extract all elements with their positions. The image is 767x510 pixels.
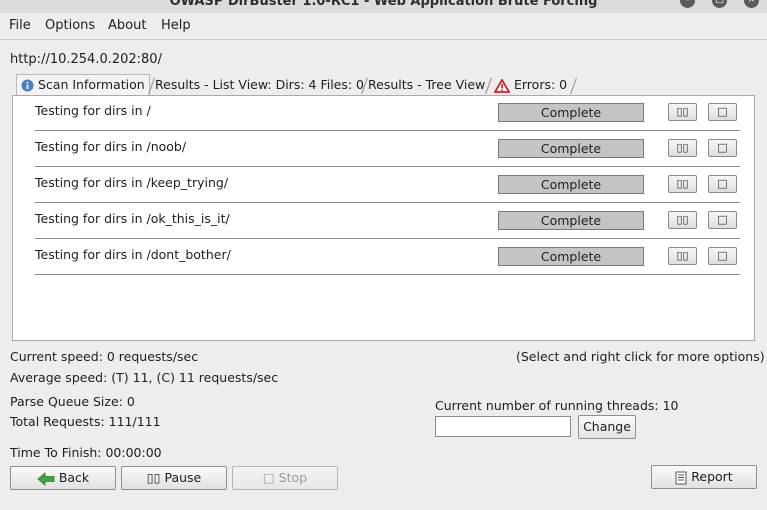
- stop-button-label: Stop: [278, 470, 308, 485]
- menu-about[interactable]: About: [107, 18, 147, 33]
- tab-scan-information[interactable]: Scan Information: [16, 74, 150, 97]
- stop-row-button[interactable]: □: [708, 247, 737, 265]
- pause-button[interactable]: ▯▯ Pause: [121, 466, 227, 490]
- target-url: http://10.254.0.202:80/: [10, 52, 162, 67]
- scan-progress-bar: Complete: [498, 139, 644, 158]
- window-title: OWASP DirBuster 1.0-RC1 - Web Applicatio…: [169, 0, 598, 9]
- threads-input[interactable]: [435, 416, 571, 437]
- stop-row-button[interactable]: □: [708, 175, 737, 193]
- scan-progress-bar: Complete: [498, 175, 644, 194]
- info-icon: [21, 79, 34, 92]
- running-threads-label: Current number of running threads: 10: [435, 398, 679, 413]
- pause-row-button[interactable]: ▯▯: [668, 211, 697, 229]
- menu-file[interactable]: File: [8, 18, 32, 33]
- scan-row-label: Testing for dirs in /dont_bother/: [35, 247, 231, 262]
- tab-divider: [570, 78, 577, 94]
- row-divider: [35, 238, 740, 239]
- scan-progress-bar: Complete: [498, 211, 644, 230]
- tab-errors[interactable]: Errors: 0: [490, 75, 571, 95]
- pause-button-label: Pause: [164, 470, 202, 485]
- right-click-hint: (Select and right click for more options…: [516, 349, 765, 364]
- stop-row-button[interactable]: □: [708, 211, 737, 229]
- pause-row-button[interactable]: ▯▯: [668, 103, 697, 121]
- scan-progress-bar: Complete: [498, 247, 644, 266]
- pause-icon: ▯▯: [146, 470, 161, 485]
- stop-row-button[interactable]: □: [708, 139, 737, 157]
- scan-row-label: Testing for dirs in /keep_trying/: [35, 175, 229, 190]
- pause-row-button[interactable]: ▯▯: [668, 247, 697, 265]
- scan-panel: Testing for dirs in / Complete ▯▯ □ Test…: [12, 95, 755, 341]
- tab-results-tree[interactable]: Results - Tree View: [364, 75, 489, 95]
- back-arrow-icon: [37, 471, 55, 486]
- back-button[interactable]: Back: [10, 466, 116, 490]
- menu-options[interactable]: Options: [44, 18, 96, 33]
- tab-label: Errors: 0: [513, 77, 568, 92]
- scan-row-label: Testing for dirs in /noob/: [35, 139, 187, 154]
- row-divider: [35, 130, 740, 131]
- scan-progress-bar: Complete: [498, 103, 644, 122]
- menu-help[interactable]: Help: [160, 18, 192, 33]
- pause-row-button[interactable]: ▯▯: [668, 175, 697, 193]
- average-speed: Average speed: (T) 11, (C) 11 requests/s…: [10, 370, 279, 385]
- scan-row-label: Testing for dirs in /ok_this_is_it/: [35, 211, 230, 226]
- current-speed: Current speed: 0 requests/sec: [10, 349, 199, 364]
- parse-queue-size: Parse Queue Size: 0: [10, 394, 135, 409]
- tab-label: Results - List View: Dirs: 4 Files: 0: [155, 77, 365, 92]
- tab-label: Results - Tree View: [368, 77, 486, 92]
- stop-icon: □: [262, 470, 275, 485]
- total-requests: Total Requests: 111/111: [10, 414, 161, 429]
- report-icon: [675, 471, 687, 484]
- row-divider: [35, 166, 740, 167]
- stop-button[interactable]: □ Stop: [232, 466, 338, 490]
- menu-bar: File Options About Help: [0, 13, 767, 40]
- time-to-finish: Time To Finish: 00:00:00: [10, 445, 162, 460]
- warning-icon: [494, 78, 510, 93]
- report-button-label: Report: [691, 469, 733, 484]
- row-divider: [35, 202, 740, 203]
- stop-row-button[interactable]: □: [708, 103, 737, 121]
- tab-results-list[interactable]: Results - List View: Dirs: 4 Files: 0: [151, 75, 368, 95]
- back-button-label: Back: [58, 470, 90, 485]
- change-button[interactable]: Change: [578, 415, 636, 439]
- tab-label: Scan Information: [37, 77, 145, 92]
- scan-row-label: Testing for dirs in /: [35, 103, 151, 118]
- row-divider: [35, 274, 740, 275]
- pause-row-button[interactable]: ▯▯: [668, 139, 697, 157]
- title-bar: OWASP DirBuster 1.0-RC1 - Web Applicatio…: [0, 0, 767, 13]
- report-button[interactable]: Report: [651, 465, 757, 489]
- change-button-label: Change: [583, 419, 631, 434]
